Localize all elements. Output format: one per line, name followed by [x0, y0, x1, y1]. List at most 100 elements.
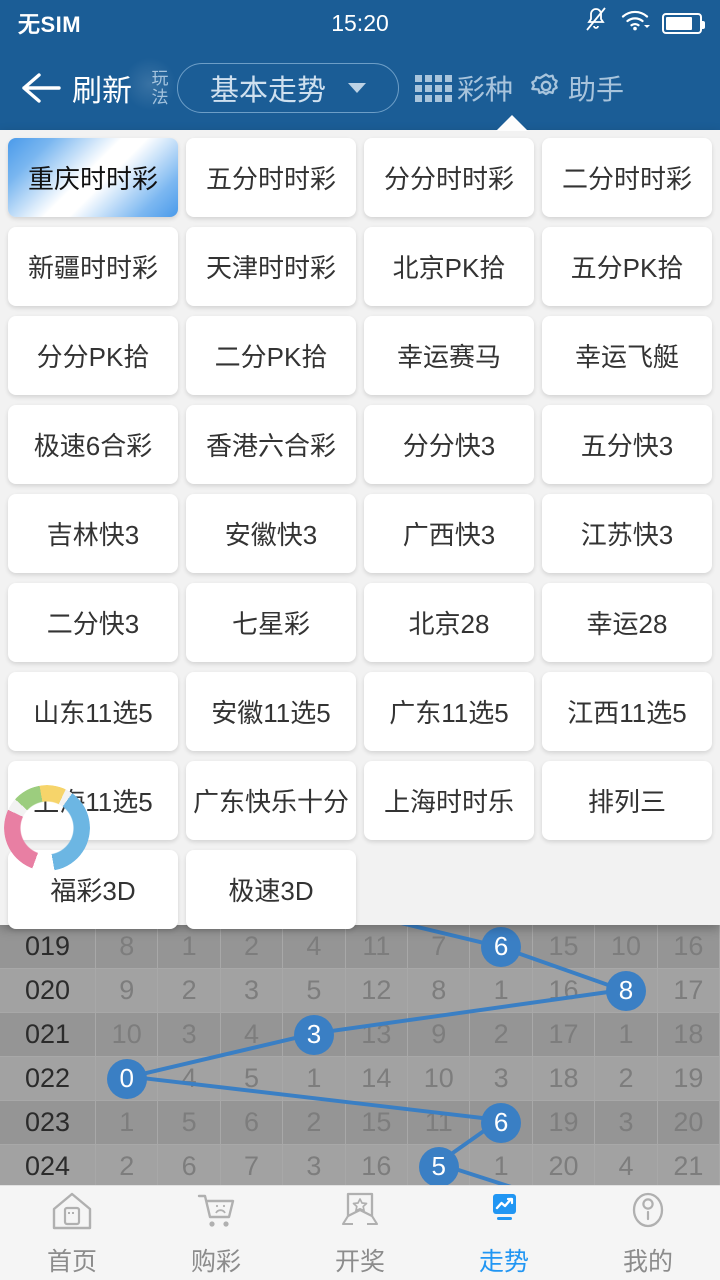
lottery-type-label: 上海时时乐 [383, 787, 514, 817]
lottery-type-card[interactable]: 北京28 [364, 583, 534, 662]
lottery-type-card[interactable]: 江西11选5 [542, 672, 712, 751]
table-cell: 4 [283, 925, 346, 968]
back-arrow-icon[interactable] [14, 61, 68, 115]
lottery-type-card[interactable]: 广西快3 [364, 494, 534, 573]
lottery-type-label: 七星彩 [231, 609, 310, 639]
table-row[interactable]: 019 8 1 2 4 11 7 6 15 10 16 [0, 925, 720, 969]
table-row[interactable]: 020 9 2 3 5 12 8 1 16 8 17 [0, 969, 720, 1013]
nav-item-mine[interactable]: 我的 [576, 1189, 720, 1278]
lottery-type-card[interactable]: 分分时时彩 [364, 138, 534, 217]
lottery-type-card[interactable]: 山东11选5 [8, 672, 178, 751]
playmode-dropdown[interactable]: 基本走势 [177, 63, 399, 113]
playmode-value: 基本走势 [209, 75, 326, 107]
lottery-type-card[interactable]: 二分时时彩 [542, 138, 712, 217]
table-row[interactable]: 024 2 6 7 3 16 5 1 20 4 21 [0, 1145, 720, 1185]
lottery-type-label: 安徽11选5 [211, 698, 331, 728]
table-cell: 6 [470, 925, 533, 968]
lottery-type-card[interactable]: 幸运28 [542, 583, 712, 662]
lottery-type-card[interactable]: 广东快乐十分 [186, 761, 356, 840]
row-issue-number: 021 [0, 1013, 96, 1056]
table-cell: 15 [533, 925, 596, 968]
lottery-type-grid[interactable]: 重庆时时彩 五分时时彩 分分时时彩 二分时时彩新疆时时彩 天津时时彩 北京PK拾 五分PK拾… [8, 138, 712, 929]
lottery-type-card[interactable]: 分分快3 [364, 405, 534, 484]
lottery-type-label: 分分PK拾 [36, 342, 150, 372]
lottery-types-button[interactable]: 彩种 [415, 68, 513, 108]
table-cell: 2 [158, 969, 221, 1012]
table-cell: 17 [533, 1013, 596, 1056]
lottery-type-label: 北京28 [408, 609, 490, 639]
lottery-type-label: 五分PK拾 [570, 253, 684, 283]
table-row[interactable]: 023 1 5 6 2 15 11 6 19 3 20 [0, 1101, 720, 1145]
lottery-type-card[interactable]: 幸运赛马 [364, 316, 534, 395]
table-cell: 14 [346, 1057, 409, 1100]
lottery-type-card[interactable]: 极速6合彩 [8, 405, 178, 484]
table-cell: 9 [96, 969, 159, 1012]
lottery-type-card[interactable]: 五分时时彩 [186, 138, 356, 217]
status-icons [584, 7, 705, 39]
award-icon [337, 1189, 383, 1238]
table-row[interactable]: 021 10 3 4 3 13 9 2 17 1 18 [0, 1013, 720, 1057]
lottery-type-card[interactable]: 广东11选5 [364, 672, 534, 751]
nav-label-mine: 我的 [622, 1247, 673, 1276]
lottery-type-label: 天津时时彩 [205, 253, 336, 283]
nav-item-buy[interactable]: 购彩 [144, 1189, 288, 1278]
table-cell: 9 [408, 1013, 471, 1056]
lottery-type-card[interactable]: 江苏快3 [542, 494, 712, 573]
nav-item-home[interactable]: 首页 [0, 1189, 144, 1278]
table-cell: 15 [346, 1101, 409, 1144]
lottery-type-card[interactable]: 天津时时彩 [186, 227, 356, 306]
nav-label-results: 开奖 [334, 1247, 385, 1276]
table-cell: 7 [408, 925, 471, 968]
lottery-type-card[interactable]: 七星彩 [186, 583, 356, 662]
row-issue-number: 023 [0, 1101, 96, 1144]
lottery-type-panel[interactable]: 重庆时时彩 五分时时彩 分分时时彩 二分时时彩新疆时时彩 天津时时彩 北京PK拾 五分PK拾… [0, 115, 720, 929]
lottery-type-label: 北京PK拾 [392, 253, 506, 283]
table-cell: 6 [221, 1101, 284, 1144]
lottery-type-card[interactable]: 新疆时时彩 [8, 227, 178, 306]
table-cell: 10 [595, 925, 658, 968]
app-header: 刷新 玩 法 基本走势 彩种 助手 [0, 46, 720, 130]
playmode-label-char2: 法 [151, 88, 169, 107]
lottery-type-card[interactable]: 重庆时时彩 [8, 138, 178, 217]
lottery-type-card[interactable]: 北京PK拾 [364, 227, 534, 306]
gear-icon [529, 69, 563, 108]
lottery-type-card[interactable]: 极速3D [186, 850, 356, 929]
carrier-label: 无SIM [18, 12, 82, 37]
lottery-type-card[interactable]: 二分快3 [8, 583, 178, 662]
lottery-type-card[interactable]: 上海时时乐 [364, 761, 534, 840]
playmode-label: 玩 法 [150, 69, 170, 107]
lottery-type-card[interactable]: 五分快3 [542, 405, 712, 484]
table-cell: 11 [346, 925, 409, 968]
lottery-type-card[interactable]: 安徽快3 [186, 494, 356, 573]
row-issue-number: 020 [0, 969, 96, 1012]
table-cell: 6 [470, 1101, 533, 1144]
playmode-selector[interactable]: 玩 法 基本走势 [150, 63, 399, 113]
row-issue-number: 024 [0, 1145, 96, 1185]
chevron-down-icon [348, 83, 366, 93]
lottery-type-card[interactable]: 香港六合彩 [186, 405, 356, 484]
table-cell: 5 [283, 969, 346, 1012]
lottery-type-card[interactable]: 排列三 [542, 761, 712, 840]
refresh-button[interactable]: 刷新 [72, 66, 132, 110]
lottery-type-card[interactable]: 分分PK拾 [8, 316, 178, 395]
lottery-type-label: 江西11选5 [567, 698, 687, 728]
grid-icon [415, 74, 452, 102]
lottery-type-card[interactable]: 五分PK拾 [542, 227, 712, 306]
lottery-type-card[interactable]: 吉林快3 [8, 494, 178, 573]
table-cell: 10 [96, 1013, 159, 1056]
lottery-type-label: 二分时时彩 [561, 164, 692, 194]
lottery-type-label: 幸运赛马 [396, 342, 501, 372]
trend-table[interactable]: 019 8 1 2 4 11 7 6 15 10 16 020 9 2 3 5 12 8 1 16 8 17 021 10 3 4… [0, 925, 720, 1185]
lottery-type-card[interactable]: 安徽11选5 [186, 672, 356, 751]
bottom-navigation[interactable]: 首页 购彩 开奖 走势 我的 [0, 1185, 720, 1280]
lottery-type-card[interactable]: 二分PK拾 [186, 316, 356, 395]
table-row[interactable]: 022 0 4 5 1 14 10 3 18 2 19 [0, 1057, 720, 1101]
assistant-button[interactable]: 助手 [529, 68, 624, 108]
wifi-icon [620, 8, 650, 38]
lottery-type-label: 江苏快3 [580, 520, 674, 550]
table-cell: 5 [158, 1101, 221, 1144]
nav-item-trend[interactable]: 走势 [432, 1189, 576, 1278]
nav-item-results[interactable]: 开奖 [288, 1189, 432, 1278]
lottery-type-card[interactable]: 幸运飞艇 [542, 316, 712, 395]
table-cell: 0 [96, 1057, 159, 1100]
